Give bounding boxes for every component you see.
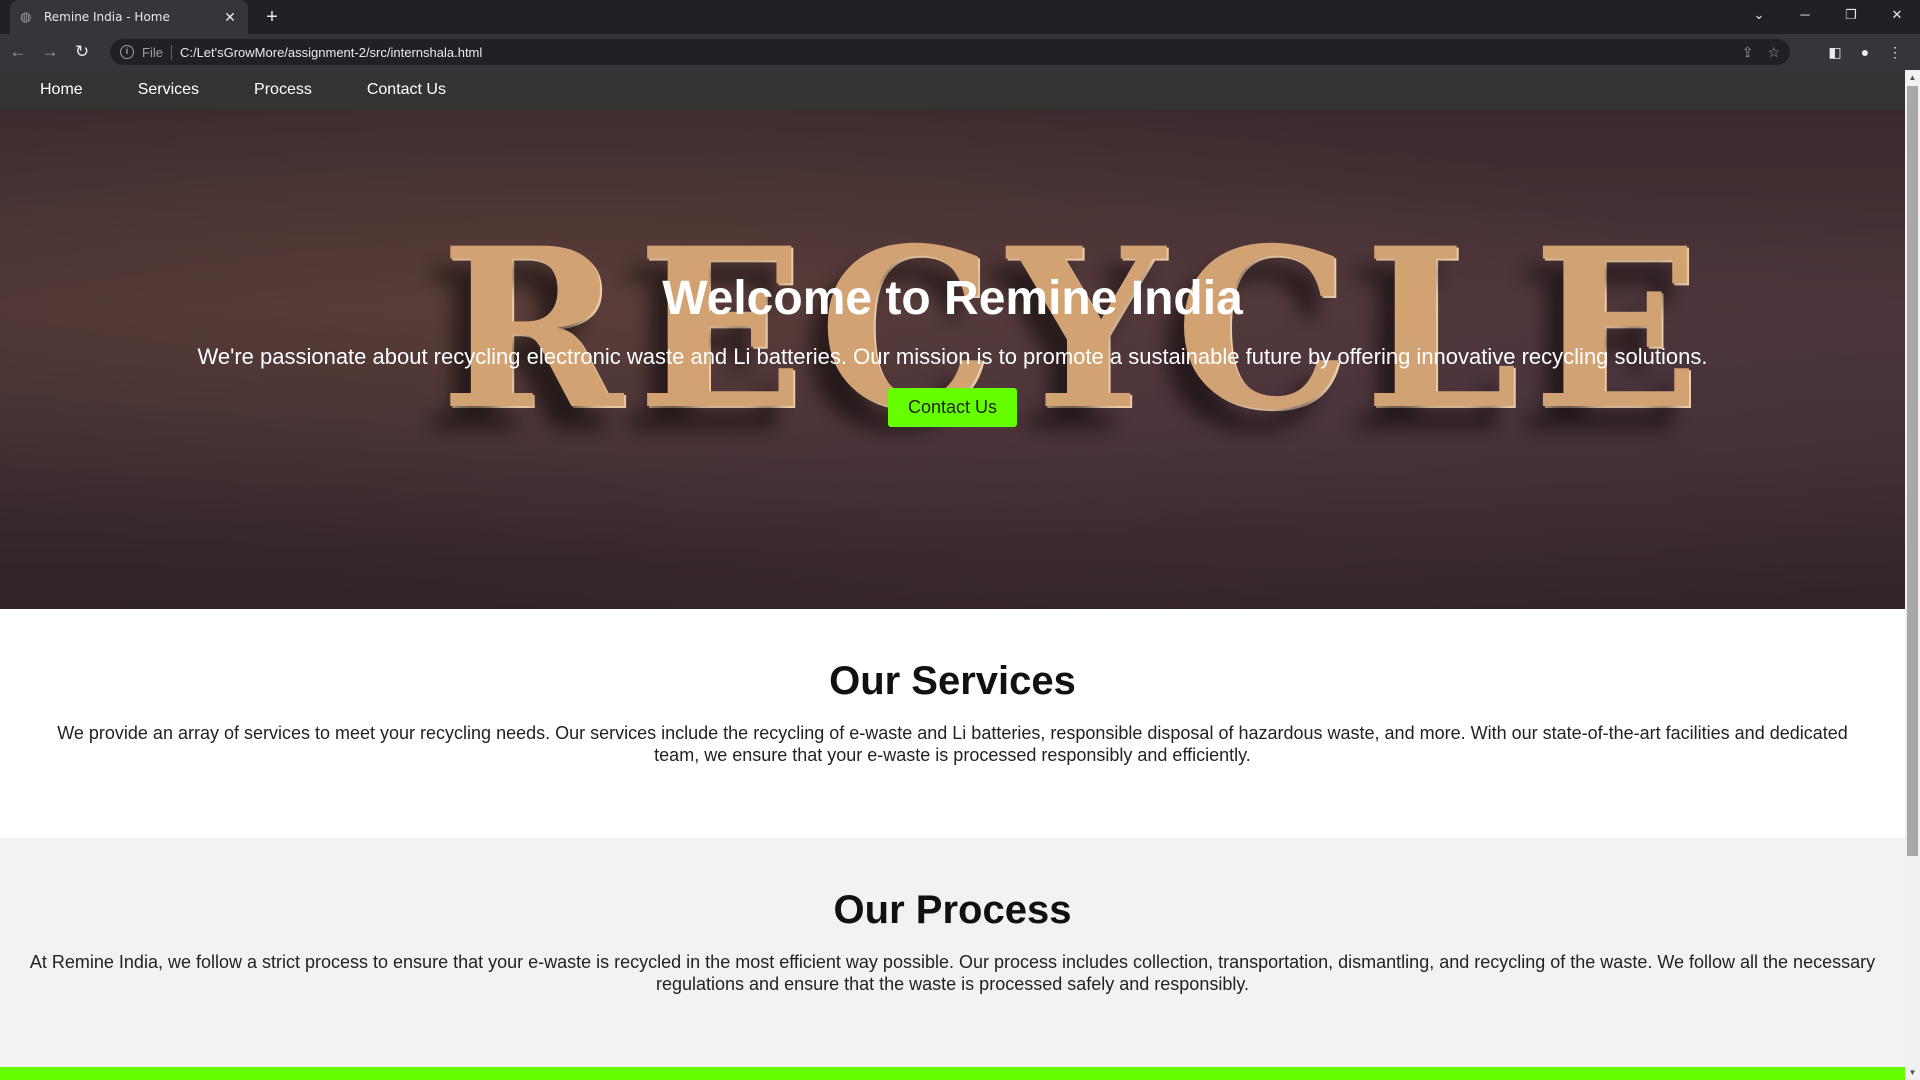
nav-contact-link[interactable]: Contact Us — [367, 81, 446, 99]
web-page: Home Services Process Contact Us RECYCLE… — [0, 70, 1905, 1080]
browser-tab[interactable]: ◍ Remine India - Home ✕ — [10, 0, 248, 34]
hero-title: Welcome to Remine India — [662, 272, 1243, 325]
share-icon[interactable]: ⇪ — [1742, 44, 1754, 61]
hero-section: RECYCLE Welcome to Remine India We're pa… — [0, 109, 1905, 609]
minimize-button[interactable]: ─ — [1782, 0, 1828, 30]
process-section: Our Process At Remine India, we follow a… — [0, 838, 1905, 1067]
profile-icon[interactable]: ● — [1850, 39, 1880, 65]
side-panel-icon[interactable]: ◧ — [1820, 39, 1850, 65]
nav-process-link[interactable]: Process — [254, 81, 312, 99]
close-window-button[interactable]: ✕ — [1874, 0, 1920, 30]
vertical-scrollbar[interactable]: ▲ ▼ — [1905, 70, 1920, 1080]
services-body: We provide an array of services to meet … — [57, 723, 1848, 765]
tab-title: Remine India - Home — [44, 10, 170, 24]
new-tab-button[interactable]: + — [260, 5, 284, 29]
scheme-label: File — [142, 44, 172, 60]
globe-icon: ◍ — [20, 9, 32, 24]
scrollbar-thumb[interactable] — [1907, 86, 1918, 856]
tab-search-icon[interactable]: ⌄ — [1736, 0, 1782, 30]
reload-button[interactable]: ↻ — [68, 38, 96, 66]
process-heading: Our Process — [833, 888, 1072, 932]
process-body: At Remine India, we follow a strict proc… — [29, 952, 1876, 994]
hero-content: Welcome to Remine India We're passionate… — [0, 109, 1905, 427]
site-navbar: Home Services Process Contact Us — [0, 70, 1905, 109]
toolbar-right: ◧ ● ⋮ — [1820, 39, 1910, 65]
browser-tabstrip: ◍ Remine India - Home ✕ + ⌄ ─ ❐ ✕ — [0, 0, 1920, 34]
bookmark-star-icon[interactable]: ☆ — [1767, 44, 1780, 61]
contact-us-button[interactable]: Contact Us — [887, 388, 1018, 427]
back-button[interactable]: ← — [4, 38, 32, 66]
info-icon[interactable]: i — [120, 45, 134, 59]
nav-services-link[interactable]: Services — [138, 81, 199, 99]
scroll-down-arrow-icon[interactable]: ▼ — [1905, 1065, 1920, 1080]
url-text[interactable]: C:/Let'sGrowMore/assignment-2/src/intern… — [180, 45, 1728, 60]
hero-tagline: We're passionate about recycling electro… — [197, 344, 1708, 369]
restore-button[interactable]: ❐ — [1828, 0, 1874, 30]
address-bar[interactable]: i File C:/Let'sGrowMore/assignment-2/src… — [110, 39, 1790, 65]
footer-accent-bar — [0, 1067, 1905, 1080]
nav-home-link[interactable]: Home — [40, 81, 83, 99]
menu-icon[interactable]: ⋮ — [1880, 39, 1910, 65]
close-tab-icon[interactable]: ✕ — [222, 9, 238, 26]
window-controls: ⌄ ─ ❐ ✕ — [1736, 0, 1920, 34]
page-viewport: Home Services Process Contact Us RECYCLE… — [0, 70, 1920, 1080]
browser-toolbar: ← → ↻ i File C:/Let'sGrowMore/assignment… — [0, 34, 1920, 70]
services-section: Our Services We provide an array of serv… — [0, 609, 1905, 838]
forward-button[interactable]: → — [36, 38, 64, 66]
scroll-up-arrow-icon[interactable]: ▲ — [1905, 70, 1920, 85]
services-heading: Our Services — [829, 659, 1076, 703]
